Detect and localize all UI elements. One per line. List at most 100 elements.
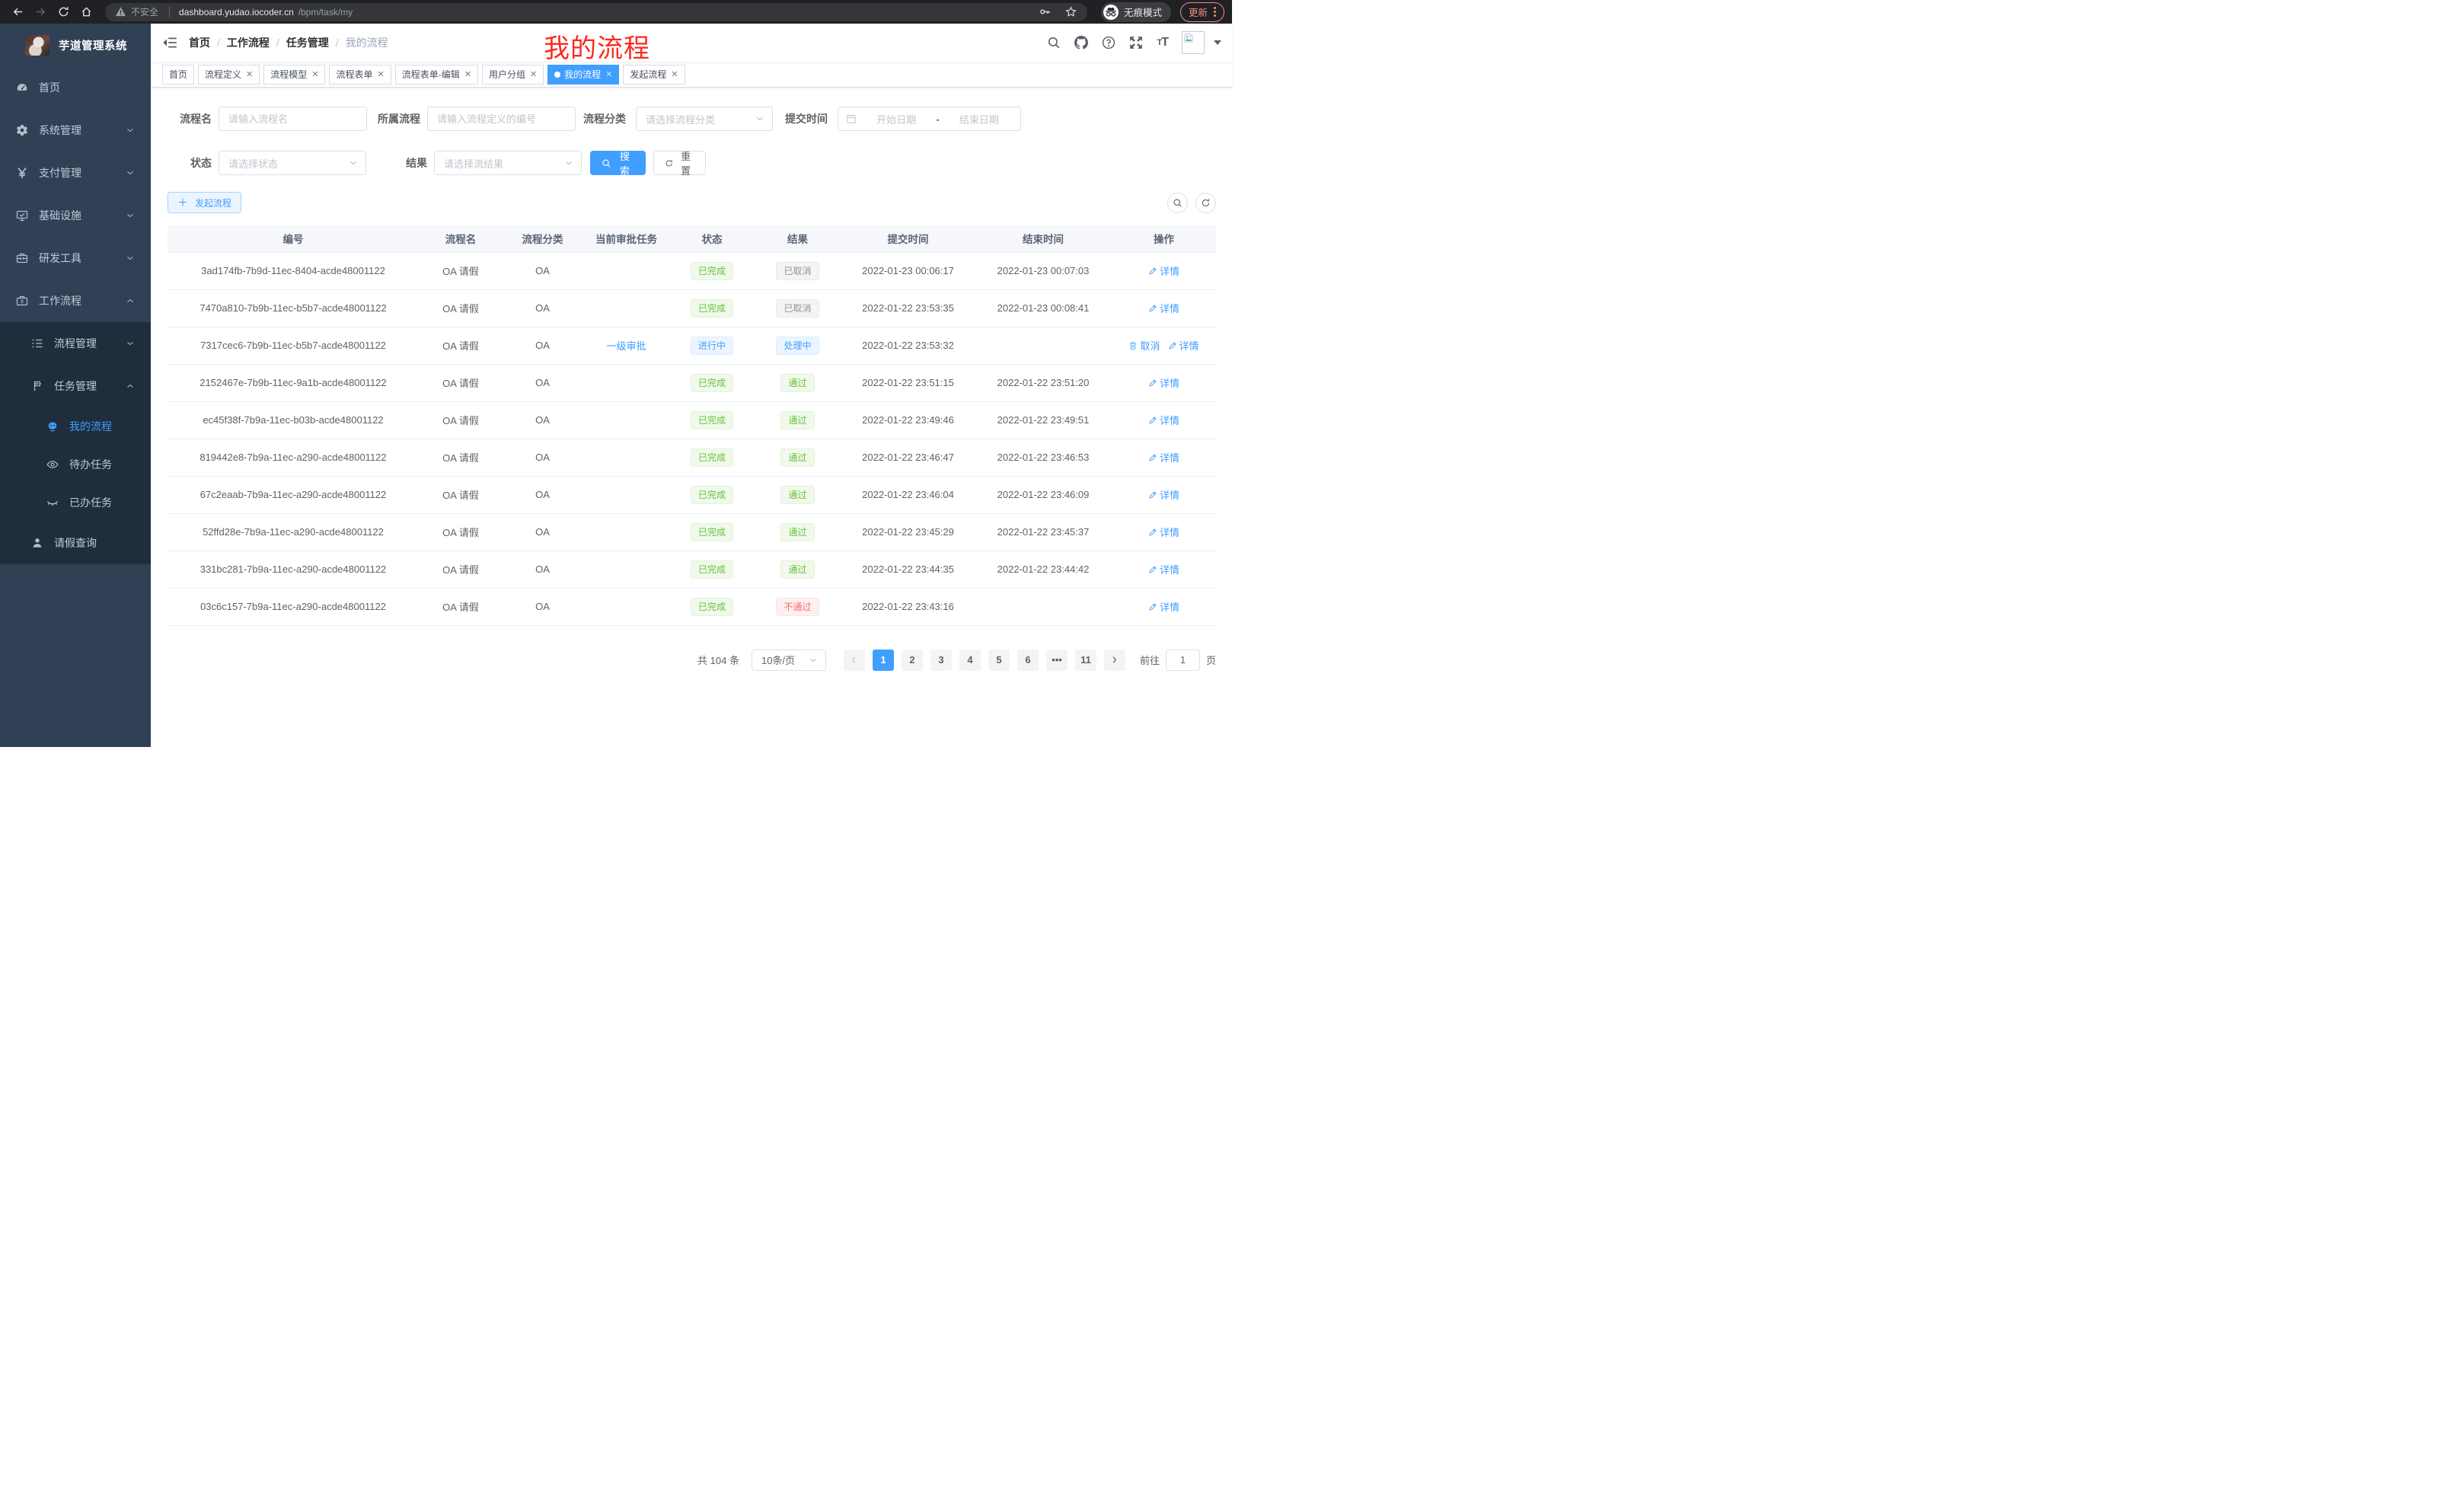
detail-link[interactable]: 详情 [1148, 301, 1179, 315]
browser-forward-icon[interactable] [30, 2, 50, 22]
detail-link[interactable]: 详情 [1148, 263, 1179, 278]
current-task-link[interactable]: 一级审批 [606, 340, 646, 352]
detail-link[interactable]: 详情 [1148, 413, 1179, 427]
browser-home-icon[interactable] [76, 2, 96, 22]
url-path[interactable]: /bpm/task/my [298, 7, 353, 18]
tab-用户分组[interactable]: 用户分组✕ [482, 65, 544, 85]
breadcrumb: 首页/工作流程/任务管理/我的流程 [189, 35, 388, 50]
end-date-placeholder[interactable]: 结束日期 [946, 112, 1013, 126]
browser-back-icon[interactable] [8, 2, 27, 22]
sidebar-item-done-tasks[interactable]: 已办任务 [0, 484, 151, 522]
bookmark-star-icon[interactable] [1064, 5, 1078, 19]
submit-time-label: 提交时间 [784, 111, 828, 126]
page-button-2[interactable]: 2 [902, 650, 923, 671]
tab-流程表单-编辑[interactable]: 流程表单-编辑 ✕ [395, 65, 478, 85]
browser-refresh-icon[interactable] [53, 2, 73, 22]
cancel-link[interactable]: 取消 [1128, 338, 1160, 353]
sidebar-item-system[interactable]: 系统管理 [0, 109, 151, 152]
cell-process-id: 03c6c157-7b9a-11ec-a290-acde48001122 [168, 588, 419, 625]
detail-link[interactable]: 详情 [1148, 487, 1179, 502]
tab-流程定义[interactable]: 流程定义✕ [198, 65, 260, 85]
breadcrumb-item[interactable]: 首页 [189, 35, 210, 50]
reset-button[interactable]: 重置 [653, 151, 706, 175]
page-button-1[interactable]: 1 [873, 650, 894, 671]
sidebar-item-workflow[interactable]: 工作流程 [0, 279, 151, 322]
tab-close-icon[interactable]: ✕ [311, 69, 318, 79]
goto-page-input[interactable] [1166, 650, 1200, 671]
update-label[interactable]: 更新 [1189, 5, 1208, 19]
breadcrumb-item[interactable]: 工作流程 [227, 35, 270, 50]
prev-page-button[interactable] [844, 650, 865, 671]
font-size-icon[interactable]: TT [1157, 36, 1168, 49]
process-category-select[interactable]: 请选择流程分类 [636, 107, 773, 131]
security-label[interactable]: 不安全 [131, 5, 158, 18]
app-logo-row[interactable]: 芋道管理系统 [0, 24, 151, 66]
refresh-table-button[interactable] [1195, 193, 1216, 213]
sidebar-item-home[interactable]: 首页 [0, 66, 151, 109]
tab-label: 流程表单-编辑 [402, 68, 460, 81]
browser-menu-icon[interactable] [1214, 7, 1216, 17]
start-date-placeholder[interactable]: 开始日期 [863, 112, 930, 126]
address-bar[interactable]: 不安全 dashboard.yudao.iocoder.cn/bpm/task/… [105, 3, 1087, 21]
sidebar-collapse-icon[interactable] [151, 24, 189, 62]
table-row: 03c6c157-7b9a-11ec-a290-acde48001122OA 请… [168, 588, 1216, 625]
breadcrumb-item[interactable]: 任务管理 [286, 35, 329, 50]
tab-close-icon[interactable]: ✕ [605, 69, 612, 79]
page-button-11[interactable]: 11 [1075, 650, 1096, 671]
page-button-6[interactable]: 6 [1017, 650, 1039, 671]
page-button-3[interactable]: 3 [930, 650, 952, 671]
tab-close-icon[interactable]: ✕ [464, 69, 471, 79]
sidebar-item-my-process[interactable]: 我的流程 [0, 407, 151, 445]
tab-首页[interactable]: 首页 [162, 65, 194, 85]
tab-我的流程[interactable]: 我的流程✕ [547, 65, 619, 85]
process-name-input[interactable] [219, 107, 367, 131]
detail-link[interactable]: 详情 [1168, 338, 1199, 353]
avatar-caret-icon[interactable] [1214, 40, 1221, 45]
next-page-button[interactable] [1104, 650, 1125, 671]
help-icon[interactable] [1102, 36, 1116, 49]
browser-update-button[interactable]: 更新 [1180, 2, 1224, 22]
submit-time-range-picker[interactable]: 开始日期 - 结束日期 [838, 107, 1021, 131]
avatar[interactable] [1182, 31, 1205, 54]
fullscreen-icon[interactable] [1129, 36, 1143, 49]
search-icon[interactable] [1047, 36, 1061, 49]
page-button-5[interactable]: 5 [988, 650, 1010, 671]
status-select[interactable]: 请选择状态 [219, 151, 366, 175]
sidebar-item-todo-tasks[interactable]: 待办任务 [0, 445, 151, 484]
sidebar-item-devtools[interactable]: 研发工具 [0, 237, 151, 279]
detail-link[interactable]: 详情 [1148, 450, 1179, 464]
table-header-row: 编号流程名流程分类当前审批任务状态结果提交时间结束时间操作 [168, 225, 1216, 252]
sidebar-item-task-mgmt[interactable]: 任务管理 [0, 365, 151, 407]
cell-actions: 详情 [1112, 513, 1216, 551]
breadcrumb-separator: / [217, 37, 220, 49]
show-search-toggle-button[interactable] [1167, 193, 1188, 213]
result-select[interactable]: 请选择流结果 [434, 151, 582, 175]
url-host[interactable]: dashboard.yudao.iocoder.cn [179, 7, 294, 18]
sidebar-item-leave-query[interactable]: 请假查询 [0, 522, 151, 564]
tab-close-icon[interactable]: ✕ [530, 69, 537, 79]
page-ellipsis-button[interactable]: ••• [1046, 650, 1068, 671]
detail-link[interactable]: 详情 [1148, 375, 1179, 390]
detail-link[interactable]: 详情 [1148, 599, 1179, 614]
tab-close-icon[interactable]: ✕ [378, 69, 385, 79]
tab-发起流程[interactable]: 发起流程✕ [623, 65, 685, 85]
page-button-4[interactable]: 4 [959, 650, 981, 671]
detail-link[interactable]: 详情 [1148, 562, 1179, 576]
create-process-button[interactable]: ＋ 发起流程 [168, 192, 241, 213]
tab-close-icon[interactable]: ✕ [246, 69, 253, 79]
page-size-select[interactable]: 10条/页 [752, 650, 826, 671]
tab-close-icon[interactable]: ✕ [671, 69, 678, 79]
github-icon[interactable] [1074, 36, 1088, 49]
process-definition-input[interactable] [427, 107, 576, 131]
tab-流程模型[interactable]: 流程模型✕ [263, 65, 325, 85]
search-button[interactable]: 搜索 [590, 151, 646, 175]
sidebar-item-process-mgmt[interactable]: 流程管理 [0, 322, 151, 365]
cell-actions: 详情 [1112, 588, 1216, 625]
active-tab-dot [554, 72, 560, 78]
tab-流程表单[interactable]: 流程表单✕ [329, 65, 391, 85]
sidebar-item-infra[interactable]: 基础设施 [0, 194, 151, 237]
detail-link[interactable]: 详情 [1148, 525, 1179, 539]
key-icon[interactable] [1039, 5, 1052, 19]
insecure-warning-icon[interactable] [114, 6, 126, 18]
sidebar-item-payment[interactable]: 支付管理 [0, 152, 151, 194]
